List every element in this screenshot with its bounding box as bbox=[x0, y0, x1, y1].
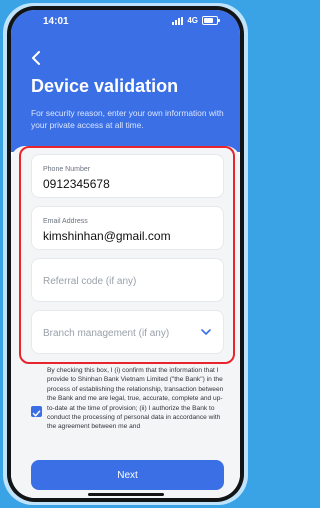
check-icon bbox=[32, 410, 41, 417]
status-bar: 14:01 4G bbox=[11, 10, 240, 32]
scroll-fade bbox=[11, 436, 240, 458]
email-field[interactable]: Email Address kimshinhan@gmail.com bbox=[31, 206, 224, 250]
referral-placeholder: Referral code (if any) bbox=[43, 276, 137, 287]
signal-icon bbox=[172, 16, 184, 25]
branch-placeholder: Branch management (if any) bbox=[43, 328, 170, 339]
chevron-left-icon bbox=[32, 51, 40, 65]
consent-checkbox[interactable] bbox=[31, 406, 42, 417]
phone-label: Phone Number bbox=[43, 166, 91, 173]
page-subtitle: For security reason, enter your own info… bbox=[31, 108, 224, 130]
phone-field[interactable]: Phone Number 0912345678 bbox=[31, 154, 224, 198]
next-button[interactable]: Next bbox=[31, 460, 224, 490]
network-type: 4G bbox=[187, 16, 198, 25]
screen: 14:01 4G Device validation For security … bbox=[11, 10, 240, 498]
header: 14:01 4G Device validation For security … bbox=[11, 10, 240, 152]
referral-code-field[interactable]: Referral code (if any) bbox=[31, 258, 224, 302]
status-time: 14:01 bbox=[43, 16, 69, 27]
back-button[interactable] bbox=[31, 50, 47, 68]
home-indicator bbox=[87, 493, 164, 496]
page-title: Device validation bbox=[31, 76, 179, 96]
branch-management-select[interactable]: Branch management (if any) bbox=[31, 310, 224, 354]
chevron-down-icon bbox=[201, 329, 211, 335]
email-value: kimshinhan@gmail.com bbox=[43, 229, 171, 243]
email-label: Email Address bbox=[43, 218, 88, 225]
phone-value: 0912345678 bbox=[43, 177, 110, 191]
form-body: Phone Number 0912345678 Email Address ki… bbox=[11, 146, 240, 498]
status-icons: 4G bbox=[172, 16, 220, 25]
battery-icon bbox=[202, 16, 220, 25]
phone-bezel: 14:01 4G Device validation For security … bbox=[7, 6, 244, 502]
consent-text: By checking this box, I (i) confirm that… bbox=[47, 367, 224, 431]
